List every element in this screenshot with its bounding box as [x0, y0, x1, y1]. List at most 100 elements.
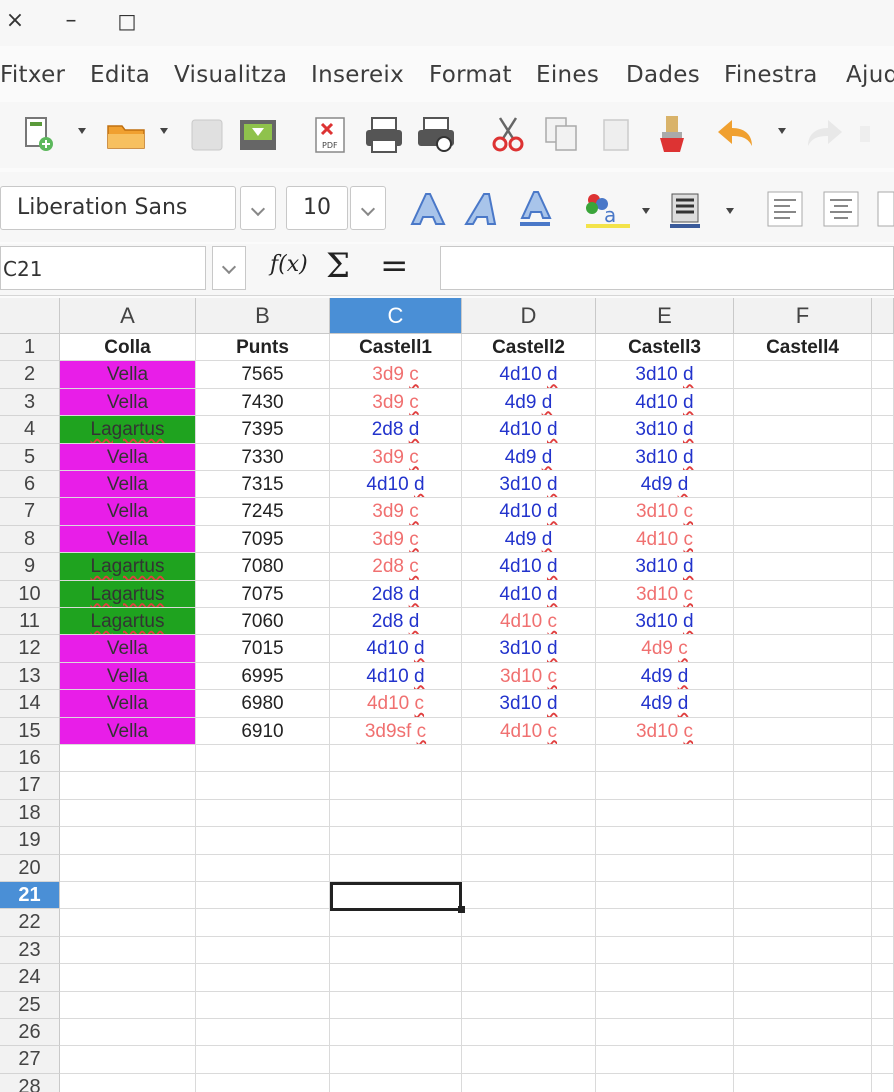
- castell1-cell[interactable]: 2d8 d: [330, 608, 462, 636]
- menu-ajuda[interactable]: Ajuda: [846, 62, 894, 88]
- new-document-icon[interactable]: [20, 112, 64, 156]
- grid-cell[interactable]: [330, 1046, 462, 1074]
- grid-cell[interactable]: [462, 745, 596, 773]
- colla-cell[interactable]: Vella: [60, 662, 196, 691]
- castell3-cell[interactable]: 4d9 d: [596, 662, 734, 691]
- row-header-23[interactable]: 23: [0, 936, 60, 965]
- grid-cell[interactable]: [734, 690, 872, 718]
- grid-cell[interactable]: [872, 553, 894, 581]
- grid-cell[interactable]: [196, 772, 330, 800]
- cell-cursor[interactable]: [330, 882, 462, 912]
- font-name-box[interactable]: Liberation Sans: [0, 186, 236, 230]
- export-icon[interactable]: [236, 112, 280, 156]
- sum-icon[interactable]: Σ: [326, 246, 350, 286]
- grid-cell[interactable]: [196, 964, 330, 992]
- row-header-19[interactable]: 19: [0, 827, 60, 855]
- grid-cell[interactable]: [734, 662, 872, 691]
- punts-cell[interactable]: 6910: [196, 717, 330, 745]
- row-header-11[interactable]: 11: [0, 608, 60, 636]
- punts-cell[interactable]: 7395: [196, 416, 330, 444]
- grid-cell[interactable]: [330, 964, 462, 992]
- grid-cell[interactable]: [734, 909, 872, 937]
- castell2-cell[interactable]: 4d10 c: [462, 608, 596, 636]
- background-color-icon[interactable]: [664, 188, 706, 230]
- name-box[interactable]: C21: [0, 246, 206, 290]
- align-center-icon[interactable]: [820, 188, 862, 230]
- grid-cell[interactable]: [60, 936, 196, 965]
- grid-cell[interactable]: [734, 388, 872, 417]
- header-cell-c[interactable]: Castell1: [330, 334, 462, 362]
- colla-cell[interactable]: Lagartus: [60, 416, 196, 444]
- grid-cell[interactable]: [60, 1073, 196, 1092]
- row-header-3[interactable]: 3: [0, 388, 60, 417]
- castell1-cell[interactable]: 3d9sf c: [330, 717, 462, 745]
- grid-cell[interactable]: [60, 854, 196, 882]
- grid-cell[interactable]: [734, 745, 872, 773]
- grid-cell[interactable]: [734, 827, 872, 855]
- row-header-13[interactable]: 13: [0, 662, 60, 691]
- menu-fitxer[interactable]: Fitxer: [0, 62, 65, 88]
- grid-cell[interactable]: [734, 772, 872, 800]
- grid-cell[interactable]: [872, 772, 894, 800]
- autofill-handle[interactable]: [458, 906, 465, 914]
- castell2-cell[interactable]: 4d9 d: [462, 388, 596, 417]
- castell2-cell[interactable]: 3d10 d: [462, 471, 596, 499]
- castell1-cell[interactable]: 3d9 c: [330, 361, 462, 389]
- grid-cell[interactable]: [596, 936, 734, 965]
- grid-cell[interactable]: [462, 964, 596, 992]
- grid-cell[interactable]: [462, 936, 596, 965]
- row-header-28[interactable]: 28: [0, 1073, 60, 1092]
- grid-cell[interactable]: [462, 854, 596, 882]
- grid-cell[interactable]: [60, 909, 196, 937]
- column-header-b[interactable]: B: [196, 298, 330, 334]
- align-right-icon[interactable]: [874, 188, 894, 230]
- header-cell-d[interactable]: Castell2: [462, 334, 596, 362]
- row-header-27[interactable]: 27: [0, 1046, 60, 1074]
- column-header-c[interactable]: C: [330, 298, 462, 334]
- grid-cell[interactable]: [60, 827, 196, 855]
- grid-cell[interactable]: [734, 964, 872, 992]
- grid-cell[interactable]: [60, 882, 196, 910]
- column-header-d[interactable]: D: [462, 298, 596, 334]
- font-style-a-icon[interactable]: [406, 188, 448, 230]
- castell3-cell[interactable]: 3d10 d: [596, 553, 734, 581]
- header-cell-f[interactable]: Castell4: [734, 334, 872, 362]
- punts-cell[interactable]: 7015: [196, 635, 330, 663]
- italic-a-icon[interactable]: [462, 188, 504, 230]
- export-pdf-icon[interactable]: PDF: [308, 112, 352, 156]
- minimize-icon[interactable]: –: [56, 6, 86, 36]
- open-folder-icon[interactable]: [104, 112, 148, 156]
- grid-cell[interactable]: [872, 964, 894, 992]
- punts-cell[interactable]: 7430: [196, 388, 330, 417]
- castell2-cell[interactable]: 4d10 c: [462, 717, 596, 745]
- header-cell-b[interactable]: Punts: [196, 334, 330, 362]
- function-wizard-icon[interactable]: f(x): [270, 252, 308, 277]
- redo-icon[interactable]: [804, 112, 848, 156]
- grid-cell[interactable]: [596, 772, 734, 800]
- row-header-18[interactable]: 18: [0, 799, 60, 828]
- castell2-cell[interactable]: 3d10 c: [462, 662, 596, 691]
- colla-cell[interactable]: Vella: [60, 471, 196, 499]
- grid-cell[interactable]: [734, 882, 872, 910]
- spreadsheet-grid[interactable]: A B C D E F 1 2 3 4 5 6 7 8 9 10 11 12 13 14 15 16 17 18 19 20 21 2…: [0, 298, 894, 1092]
- grid-cell[interactable]: [734, 936, 872, 965]
- grid-cell[interactable]: [330, 991, 462, 1019]
- grid-cell[interactable]: [872, 909, 894, 937]
- grid-cell[interactable]: [596, 745, 734, 773]
- grid-cell[interactable]: [462, 1019, 596, 1047]
- grid-cell[interactable]: [330, 827, 462, 855]
- castell3-cell[interactable]: 4d9 c: [596, 635, 734, 663]
- colla-cell[interactable]: Vella: [60, 388, 196, 417]
- row-header-5[interactable]: 5: [0, 443, 60, 471]
- row-header-24[interactable]: 24: [0, 964, 60, 992]
- grid-cell[interactable]: [462, 1046, 596, 1074]
- maximize-icon[interactable]: □: [112, 6, 142, 36]
- menu-dades[interactable]: Dades: [626, 62, 700, 88]
- castell2-cell[interactable]: 4d10 d: [462, 361, 596, 389]
- column-header-f[interactable]: F: [734, 298, 872, 334]
- grid-cell[interactable]: [872, 827, 894, 855]
- grid-cell[interactable]: [596, 991, 734, 1019]
- grid-cell[interactable]: [330, 772, 462, 800]
- grid-cell[interactable]: [872, 361, 894, 389]
- castell1-cell[interactable]: 4d10 c: [330, 690, 462, 718]
